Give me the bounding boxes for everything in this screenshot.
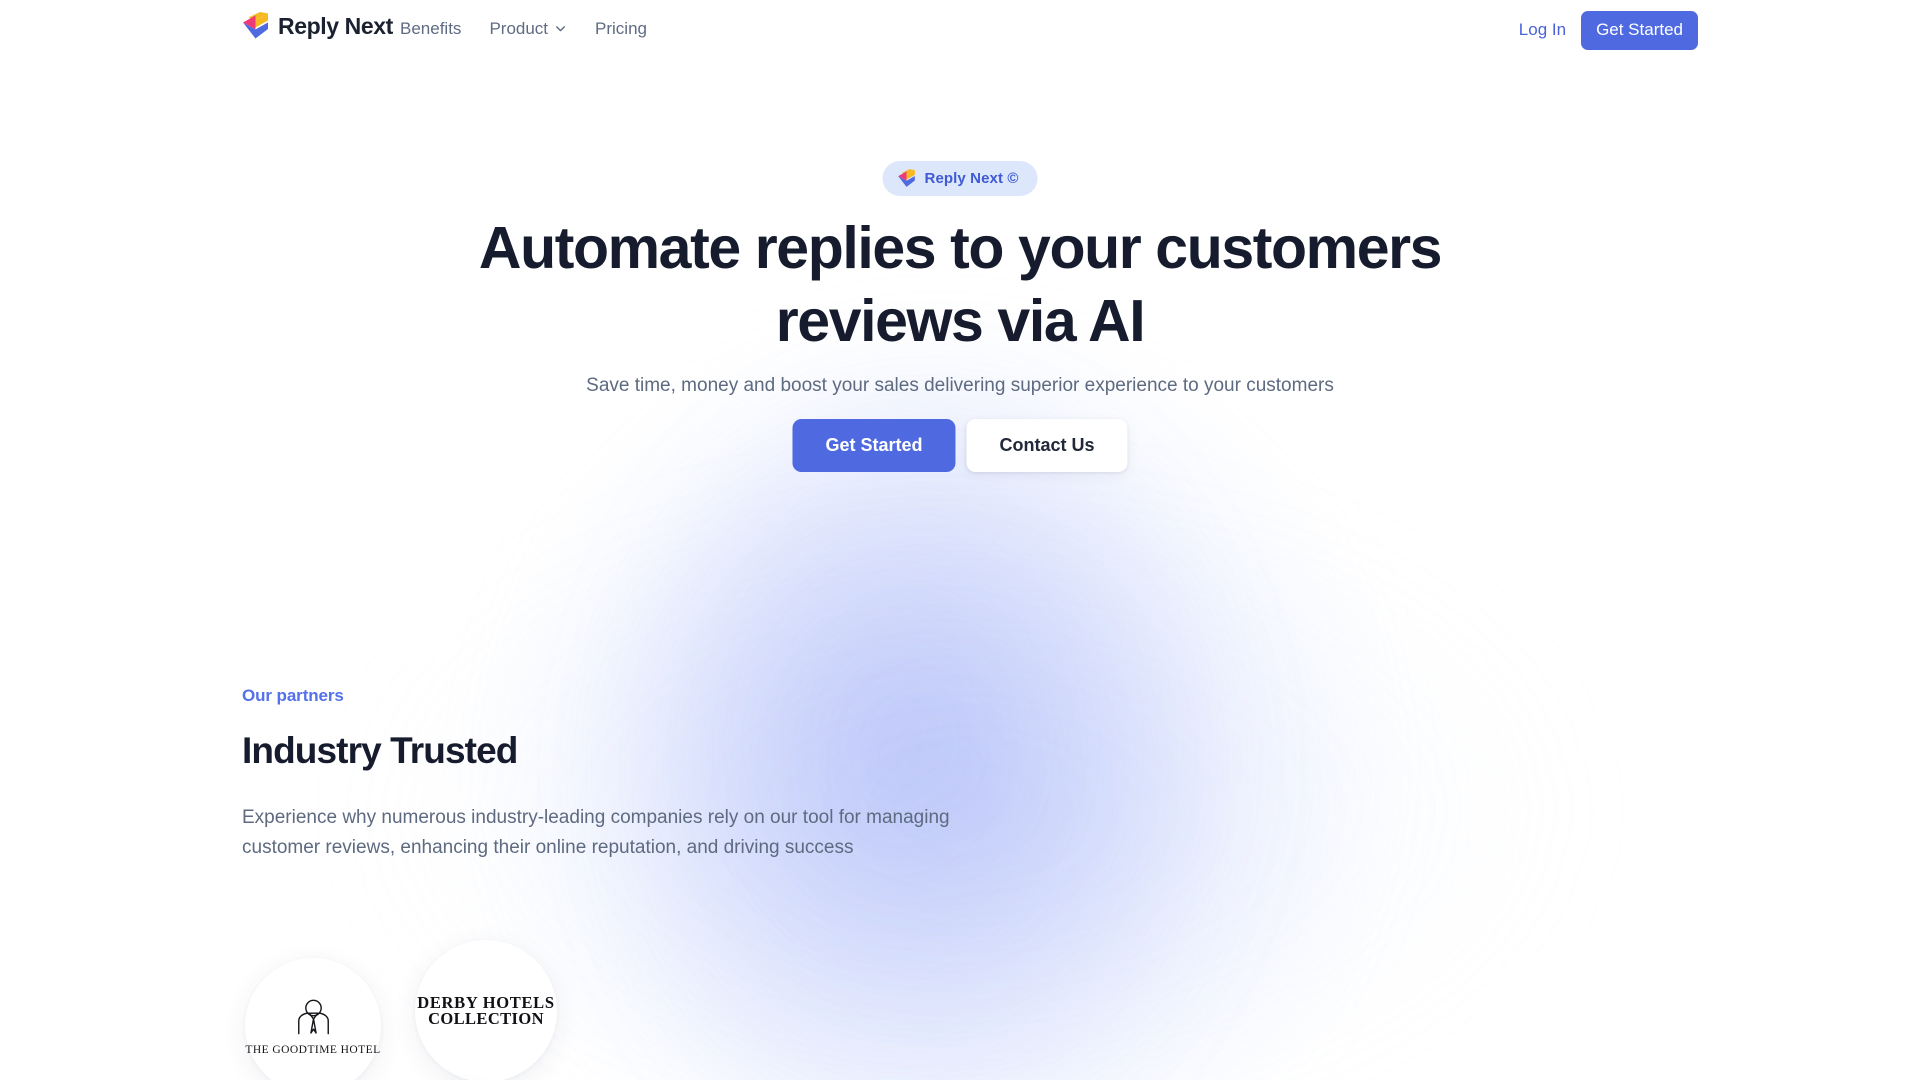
header-actions: Log In Get Started xyxy=(1515,11,1698,50)
brand-logo-link[interactable]: Reply Next xyxy=(242,12,393,40)
login-link[interactable]: Log In xyxy=(1515,15,1570,45)
partners-description: Experience why numerous industry-leading… xyxy=(242,806,950,858)
primary-nav: Benefits Product Pricing xyxy=(400,20,647,37)
page-title: Automate replies to your customers revie… xyxy=(478,215,1443,354)
site-header: Reply Next Benefits Product Pricing Log … xyxy=(0,0,1920,64)
partner-logo-goodtime-label: THE GOODTIME HOTEL xyxy=(245,1043,381,1056)
hero-get-started-button[interactable]: Get Started xyxy=(792,419,956,472)
partner-logo-goodtime-hotel[interactable]: THE GOODTIME HOTEL xyxy=(245,958,381,1080)
partner-logo-cloud: THE GOODTIME HOTEL DERBY HOTELS COLLECTI… xyxy=(0,925,1920,1080)
partner-logo-derby-line2: COLLECTION xyxy=(428,1008,544,1028)
partners-title: Industry Trusted xyxy=(242,730,518,771)
partner-logo-derby-label: DERBY HOTELS COLLECTION xyxy=(417,994,555,1028)
brand-name: Reply Next xyxy=(278,12,393,39)
header-get-started-button[interactable]: Get Started xyxy=(1581,11,1698,50)
nav-item-product[interactable]: Product xyxy=(489,20,567,37)
reply-next-chevron-logo-icon xyxy=(242,12,269,40)
chevron-down-icon xyxy=(554,22,567,35)
nav-item-pricing-label: Pricing xyxy=(595,19,647,38)
hero-subtitle: Save time, money and boost your sales de… xyxy=(586,375,1334,396)
nav-item-benefits-label: Benefits xyxy=(400,19,462,38)
hero-badge[interactable]: Reply Next © xyxy=(882,161,1038,196)
hero-cta-group: Get Started Contact Us xyxy=(792,419,1128,472)
landing-page: Reply Next Benefits Product Pricing Log … xyxy=(0,0,1920,1080)
partners-eyebrow: Our partners xyxy=(242,686,344,705)
partner-logo-derby-hotels[interactable]: DERBY HOTELS COLLECTION xyxy=(415,940,557,1080)
badge-reply-next-chevron-logo-icon xyxy=(898,169,916,188)
nav-item-product-label: Product xyxy=(489,19,549,38)
nav-item-pricing[interactable]: Pricing xyxy=(595,20,647,37)
nav-item-benefits[interactable]: Benefits xyxy=(400,20,461,37)
hero-contact-us-button[interactable]: Contact Us xyxy=(966,419,1128,472)
hero-badge-label: Reply Next © xyxy=(924,170,1019,187)
partners-section: Our partners Industry Trusted Experience… xyxy=(242,686,1002,863)
concierge-figure-icon xyxy=(293,997,334,1044)
